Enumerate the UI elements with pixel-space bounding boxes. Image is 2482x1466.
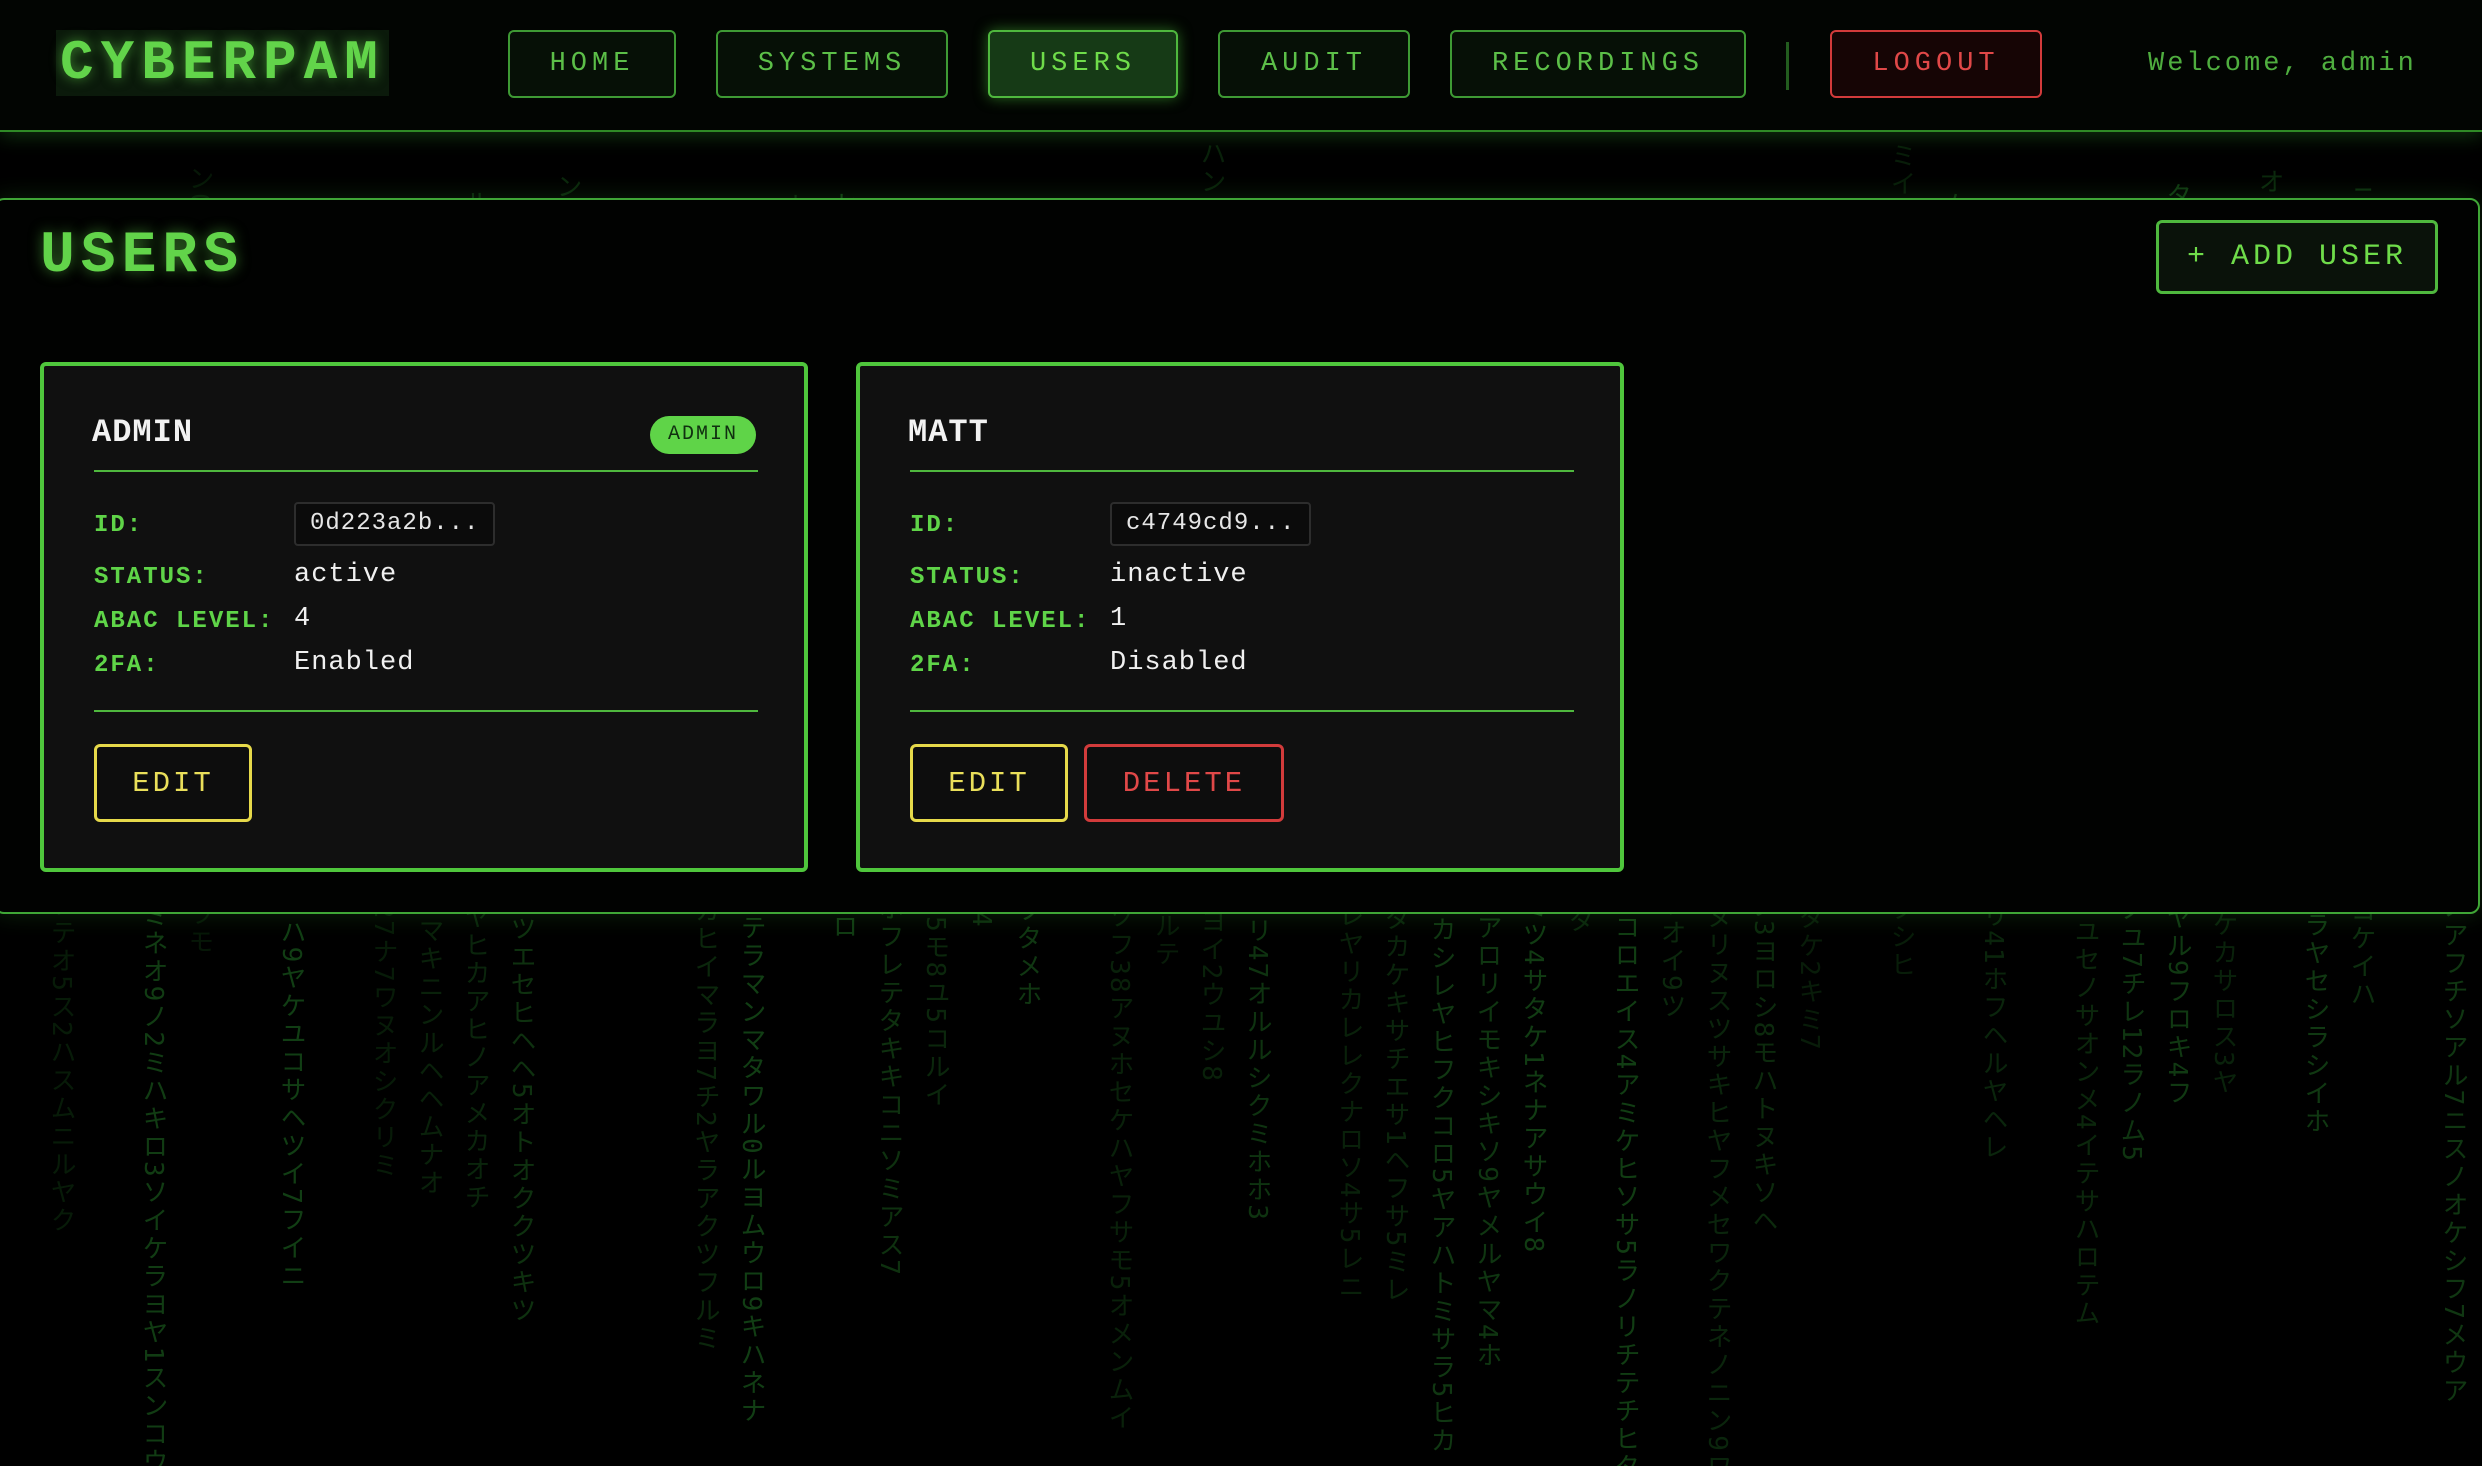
twofa-value: Enabled bbox=[294, 648, 415, 678]
delete-user-button[interactable]: DELETE bbox=[1084, 744, 1284, 822]
user-name: ADMIN bbox=[92, 414, 194, 451]
role-badge: ADMIN bbox=[649, 416, 756, 454]
status-value: active bbox=[294, 560, 398, 590]
twofa-label: 2FA: bbox=[910, 652, 976, 679]
top-navbar: CYBERPAM HOME SYSTEMS USERS AUDIT RECORD… bbox=[0, 0, 2482, 132]
page-title: USERS bbox=[40, 224, 245, 289]
card-divider bbox=[94, 470, 758, 472]
twofa-label: 2FA: bbox=[94, 652, 160, 679]
users-panel: USERS + ADD USER ADMIN ADMIN ID: 0d223a2… bbox=[0, 198, 2480, 914]
abac-level-label: ABAC LEVEL: bbox=[910, 608, 1091, 635]
card-divider bbox=[910, 470, 1574, 472]
user-id-value: c4749cd9... bbox=[1110, 502, 1312, 546]
abac-level-value: 1 bbox=[1110, 604, 1128, 634]
abac-level-label: ABAC LEVEL: bbox=[94, 608, 275, 635]
nav-audit-button[interactable]: AUDIT bbox=[1218, 30, 1410, 98]
status-value: inactive bbox=[1110, 560, 1248, 590]
welcome-text: Welcome, admin bbox=[2148, 49, 2417, 79]
abac-level-value: 4 bbox=[294, 604, 312, 634]
logout-button[interactable]: LOGOUT bbox=[1830, 30, 2042, 98]
status-label: STATUS: bbox=[910, 564, 1025, 591]
nav-home-button[interactable]: HOME bbox=[508, 30, 676, 98]
app-logo: CYBERPAM bbox=[56, 30, 389, 96]
id-label: ID: bbox=[94, 512, 144, 539]
card-divider bbox=[94, 710, 758, 712]
add-user-button[interactable]: + ADD USER bbox=[2156, 220, 2438, 294]
twofa-value: Disabled bbox=[1110, 648, 1248, 678]
id-label: ID: bbox=[910, 512, 960, 539]
edit-user-button[interactable]: EDIT bbox=[910, 744, 1068, 822]
nav-systems-button[interactable]: SYSTEMS bbox=[716, 30, 948, 98]
user-name: MATT bbox=[908, 414, 989, 451]
edit-user-button[interactable]: EDIT bbox=[94, 744, 252, 822]
status-label: STATUS: bbox=[94, 564, 209, 591]
user-id-value: 0d223a2b... bbox=[294, 502, 496, 546]
user-card-matt: MATT ID: c4749cd9... STATUS: inactive AB… bbox=[856, 362, 1624, 872]
nav-users-button[interactable]: USERS bbox=[988, 30, 1178, 98]
nav-recordings-button[interactable]: RECORDINGS bbox=[1450, 30, 1746, 98]
user-card-admin: ADMIN ADMIN ID: 0d223a2b... STATUS: acti… bbox=[40, 362, 808, 872]
card-divider bbox=[910, 710, 1574, 712]
nav-divider bbox=[1786, 42, 1789, 90]
